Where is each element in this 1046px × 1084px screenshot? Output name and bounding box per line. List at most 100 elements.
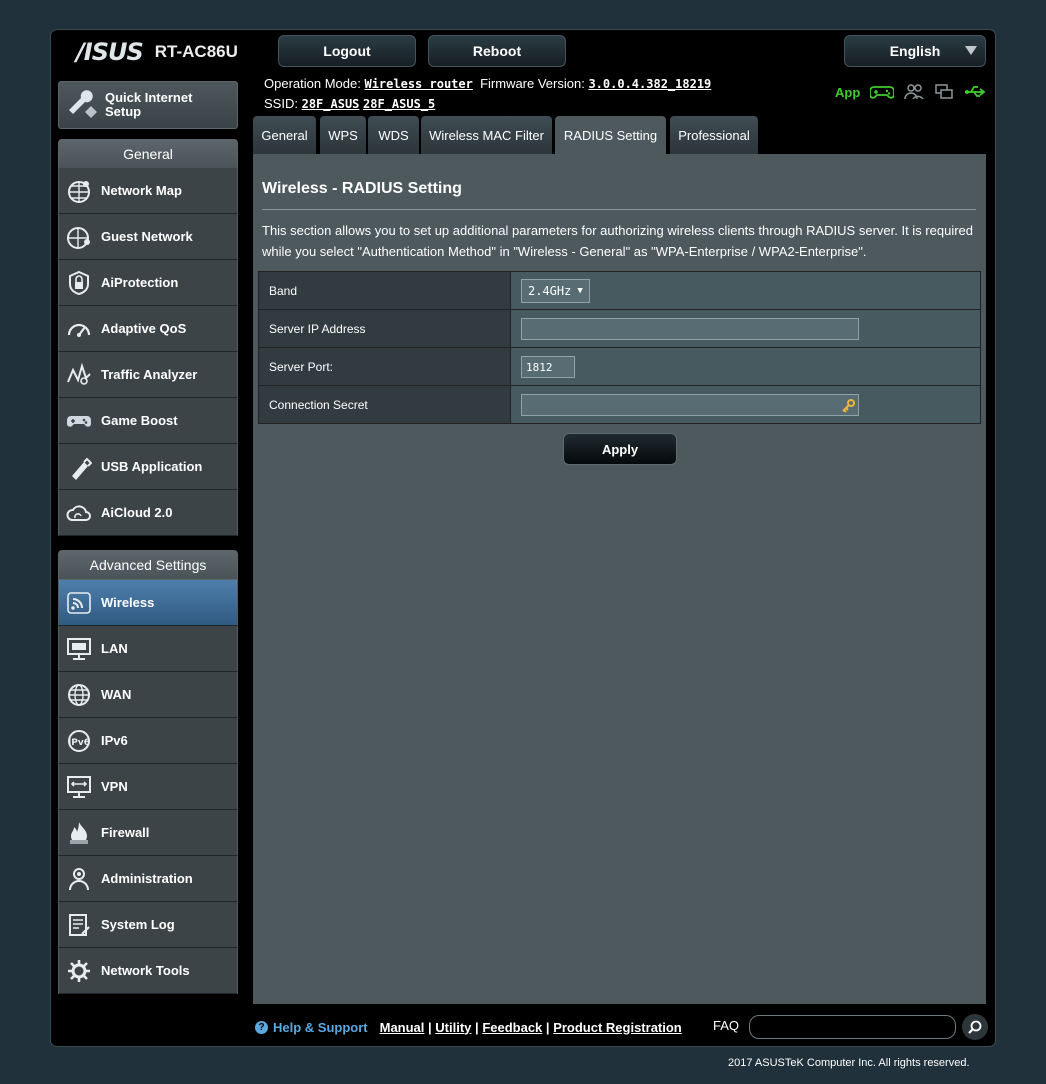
tools-gear-icon bbox=[65, 957, 93, 985]
operation-mode-label: Operation Mode: bbox=[264, 76, 361, 91]
sidebar-item-guest-network[interactable]: Guest Network bbox=[58, 214, 238, 260]
sidebar-item-lan[interactable]: LAN bbox=[58, 626, 238, 672]
sidebar-item-label: Game Boost bbox=[101, 413, 178, 428]
sidebar-item-aicloud-2-0[interactable]: AiCloud 2.0 bbox=[58, 490, 238, 536]
operation-mode-link[interactable]: Wireless router bbox=[364, 77, 472, 91]
speedometer-icon bbox=[65, 315, 93, 343]
sidebar-item-wireless[interactable]: Wireless bbox=[58, 580, 238, 626]
help-support-label: Help & Support bbox=[273, 1019, 368, 1035]
sidebar-item-vpn[interactable]: VPN bbox=[58, 764, 238, 810]
gamepad-icon[interactable] bbox=[870, 83, 895, 101]
sidebar-item-firewall[interactable]: Firewall bbox=[58, 810, 238, 856]
language-select[interactable]: English bbox=[844, 35, 986, 67]
band-value: 2.4GHz bbox=[528, 283, 572, 298]
brand-logo-text: /ISUS bbox=[76, 38, 144, 66]
sidebar-item-network-map[interactable]: Network Map bbox=[58, 168, 238, 214]
reboot-button[interactable]: Reboot bbox=[428, 35, 566, 67]
sidebar-item-system-log[interactable]: System Log bbox=[58, 902, 238, 948]
server-ip-cell bbox=[510, 309, 981, 348]
tab-professional[interactable]: Professional bbox=[670, 116, 758, 154]
svg-text:IPv6: IPv6 bbox=[68, 738, 90, 748]
sidebar-item-adaptive-qos[interactable]: Adaptive QoS bbox=[58, 306, 238, 352]
firmware-link[interactable]: 3.0.0.4.382_18219 bbox=[588, 77, 711, 91]
server-ip-input[interactable] bbox=[521, 317, 859, 340]
sidebar-item-label: Network Tools bbox=[101, 963, 190, 978]
lan-icon bbox=[65, 635, 93, 663]
connection-secret-cell bbox=[510, 385, 981, 424]
sidebar-item-label: IPv6 bbox=[101, 733, 128, 748]
band-cell: 2.4GHz ▼ bbox=[510, 271, 981, 310]
sidebar-item-wan[interactable]: WAN bbox=[58, 672, 238, 718]
usb-stick-icon bbox=[65, 453, 93, 481]
analyzer-icon bbox=[65, 361, 93, 389]
flame-icon bbox=[65, 819, 93, 847]
table-row: Server IP Address bbox=[258, 309, 981, 348]
sidebar-item-label: AiCloud 2.0 bbox=[101, 505, 173, 520]
tab-wps[interactable]: WPS bbox=[320, 116, 366, 154]
sidebar-item-label: Network Map bbox=[101, 183, 182, 198]
key-icon[interactable] bbox=[840, 398, 856, 414]
utility-link[interactable]: Utility bbox=[435, 1020, 471, 1035]
firmware-label: Firmware Version: bbox=[480, 76, 585, 91]
vpn-icon bbox=[65, 773, 93, 801]
sidebar-item-label: Wireless bbox=[101, 595, 155, 610]
globe-icon bbox=[65, 177, 93, 205]
sidebar-item-network-tools[interactable]: Network Tools bbox=[58, 948, 238, 994]
search-icon bbox=[968, 1020, 982, 1034]
tab-general[interactable]: General bbox=[253, 116, 316, 154]
help-support-link[interactable]: ? Help & Support bbox=[255, 1020, 368, 1035]
separator: | bbox=[545, 1019, 550, 1035]
footer-links: ? Help & Support Manual | Utility | Feed… bbox=[255, 1018, 682, 1036]
faq-search-input[interactable] bbox=[749, 1015, 956, 1039]
ssid-link-1[interactable]: 28F_ASUS bbox=[302, 97, 360, 111]
app-link[interactable]: App bbox=[835, 85, 860, 100]
wrench-icon bbox=[69, 90, 97, 118]
separator: | bbox=[428, 1019, 432, 1035]
sidebar-item-traffic-analyzer[interactable]: Traffic Analyzer bbox=[58, 352, 238, 398]
ipv6-icon: IPv6 bbox=[65, 727, 93, 755]
model-name: RT-AC86U bbox=[154, 42, 238, 61]
tab-wds[interactable]: WDS bbox=[368, 116, 419, 154]
advanced-menu: Wireless LAN WAN IPv6 IPv6 VPN Firewall Adminis… bbox=[58, 580, 238, 994]
sidebar-item-label: AiProtection bbox=[101, 275, 179, 290]
sidebar-item-label: LAN bbox=[101, 641, 128, 656]
product-registration-link[interactable]: Product Registration bbox=[553, 1020, 682, 1035]
sidebar-item-label: WAN bbox=[101, 687, 132, 702]
lock-icon bbox=[65, 269, 93, 297]
devices-icon[interactable] bbox=[934, 83, 954, 101]
sidebar-item-label: USB Application bbox=[101, 459, 203, 474]
faq-search-button[interactable] bbox=[962, 1014, 988, 1040]
language-value: English bbox=[889, 43, 941, 59]
server-port-label: Server Port: bbox=[258, 347, 511, 386]
sidebar-item-ipv6[interactable]: IPv6 IPv6 bbox=[58, 718, 238, 764]
quick-internet-setup-button[interactable]: Quick Internet Setup bbox=[58, 81, 238, 129]
manual-link[interactable]: Manual bbox=[380, 1020, 425, 1035]
sidebar-item-usb-application[interactable]: USB Application bbox=[58, 444, 238, 490]
ssid-link-2[interactable]: 28F_ASUS_5 bbox=[363, 97, 435, 111]
band-select[interactable]: 2.4GHz ▼ bbox=[521, 278, 590, 303]
tab-radius-setting[interactable]: RADIUS Setting bbox=[555, 116, 666, 154]
connection-secret-input[interactable] bbox=[521, 393, 859, 416]
feedback-link[interactable]: Feedback bbox=[482, 1020, 542, 1035]
sidebar-item-administration[interactable]: Administration bbox=[58, 856, 238, 902]
usb-icon[interactable] bbox=[964, 84, 986, 100]
connection-secret-label: Connection Secret bbox=[258, 385, 511, 424]
tab-wireless-mac-filter[interactable]: Wireless MAC Filter bbox=[421, 116, 552, 154]
sidebar-item-label: VPN bbox=[101, 779, 128, 794]
apply-button[interactable]: Apply bbox=[563, 433, 677, 465]
server-port-input[interactable]: 1812 bbox=[521, 355, 575, 378]
quick-setup-line2: Setup bbox=[105, 104, 142, 119]
advanced-section-title: Advanced Settings bbox=[58, 550, 238, 580]
page-description: This section allows you to set up additi… bbox=[262, 223, 973, 259]
chevron-down-icon bbox=[965, 46, 977, 55]
users-icon[interactable] bbox=[904, 83, 924, 101]
sidebar-item-aiprotection[interactable]: AiProtection bbox=[58, 260, 238, 306]
radius-settings-table: Band 2.4GHz ▼ Server IP Address Server P… bbox=[258, 271, 981, 424]
faq-label: FAQ bbox=[713, 1018, 740, 1033]
logout-button[interactable]: Logout bbox=[278, 35, 416, 67]
sidebar-item-game-boost[interactable]: Game Boost bbox=[58, 398, 238, 444]
general-section-title: General bbox=[58, 139, 238, 169]
sidebar-item-label: Firewall bbox=[101, 825, 150, 840]
separator: | bbox=[475, 1019, 479, 1035]
asus-logo[interactable]: /ISUS RT-AC86U bbox=[76, 38, 238, 66]
